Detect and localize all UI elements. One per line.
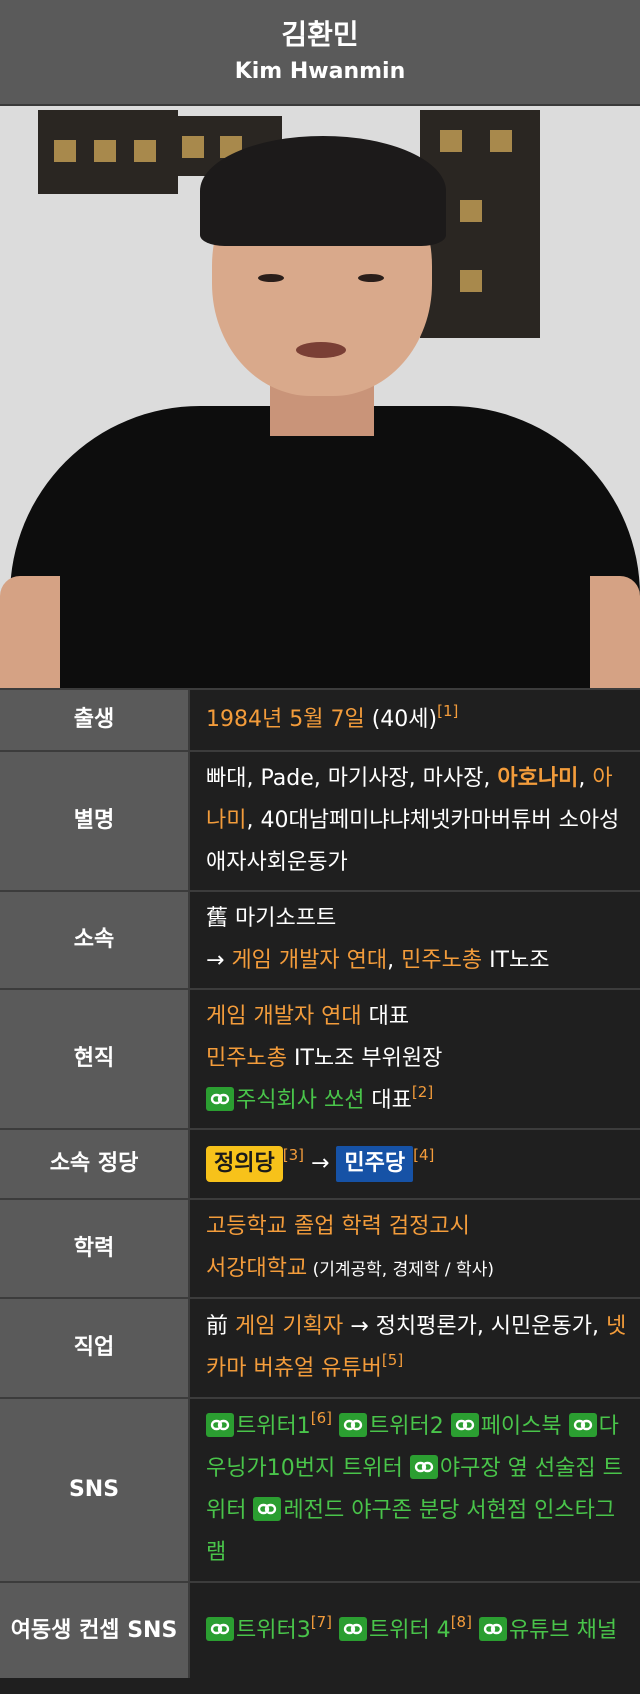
edu-link-ged[interactable]: 고등학교 졸업 학력 검정고시 bbox=[206, 1214, 470, 1239]
label-party: 소속 정당 bbox=[0, 1128, 190, 1199]
label-sister-sns: 여동생 컨셉 SNS bbox=[0, 1581, 190, 1678]
row-birth: 출생 1984년 5월 7일 (40세)[1] bbox=[0, 688, 640, 751]
footnote-5[interactable]: [5] bbox=[382, 1351, 403, 1369]
row-sister-sns: 여동생 컨셉 SNS 트위터3[7] 트위터 4[8] 유튜브 채널 bbox=[0, 1581, 640, 1678]
footnote-4[interactable]: [4] bbox=[413, 1146, 434, 1164]
alias-link-ahonami[interactable]: 아호나미 bbox=[497, 766, 578, 791]
sns-link-twitter1[interactable]: 트위터1 bbox=[236, 1414, 311, 1439]
value-current-position: 게임 개발자 연대 대표 민주노총 IT노조 부위원장 주식회사 쏘션 대표[2… bbox=[189, 988, 640, 1129]
value-sns: 트위터1[6] 트위터2 페이스북 다우닝가10번지 트위터 야구장 옆 선술집… bbox=[189, 1397, 640, 1582]
link-icon bbox=[568, 1413, 597, 1437]
link-icon bbox=[450, 1413, 479, 1437]
label-current-position: 현직 bbox=[0, 988, 190, 1129]
name-korean: 김환민 bbox=[281, 18, 359, 51]
current-link-kctu[interactable]: 민주노총 bbox=[206, 1046, 287, 1071]
name-english: Kim Hwanmin bbox=[234, 59, 406, 84]
edu-link-sogang[interactable]: 서강대학교 bbox=[206, 1256, 307, 1281]
footnote-6[interactable]: [6] bbox=[311, 1409, 332, 1427]
profile-photo bbox=[0, 106, 640, 688]
justice-party-logo[interactable]: 정의당 bbox=[206, 1146, 283, 1182]
row-affiliation: 소속 舊 마기소프트 → 게임 개발자 연대, 민주노총 IT노조 bbox=[0, 890, 640, 989]
label-alias: 별명 bbox=[0, 750, 190, 891]
link-icon bbox=[409, 1455, 438, 1479]
link-icon bbox=[338, 1616, 367, 1641]
value-occupation: 前 게임 기획자 → 정치평론가, 시민운동가, 넷카마 버츄얼 유튜버[5] bbox=[189, 1297, 640, 1398]
birth-date-link[interactable]: 1984년 5월 7일 bbox=[206, 707, 365, 732]
label-sns: SNS bbox=[0, 1397, 190, 1582]
sns-link-facebook[interactable]: 페이스북 bbox=[481, 1414, 562, 1439]
row-party: 소속 정당 정의당 [3] → 민주당 [4] bbox=[0, 1128, 640, 1199]
footnote-7[interactable]: [7] bbox=[311, 1613, 332, 1631]
label-birth: 출생 bbox=[0, 688, 190, 751]
link-icon bbox=[206, 1616, 234, 1641]
link-icon bbox=[478, 1616, 507, 1641]
row-occupation: 직업 前 게임 기획자 → 정치평론가, 시민운동가, 넷카마 버츄얼 유튜버[… bbox=[0, 1297, 640, 1398]
sns-link-twitter2[interactable]: 트위터2 bbox=[369, 1414, 444, 1439]
link-icon bbox=[206, 1413, 234, 1437]
value-alias: 빠대, Pade, 마기사장, 마사장, 아호나미, 아나미, 40대남페미냐냐… bbox=[189, 750, 640, 891]
sns-link-youtube[interactable]: 유튜브 채널 bbox=[509, 1618, 617, 1643]
footnote-1[interactable]: [1] bbox=[437, 702, 458, 720]
label-occupation: 직업 bbox=[0, 1297, 190, 1398]
row-alias: 별명 빠대, Pade, 마기사장, 마사장, 아호나미, 아나미, 40대남페… bbox=[0, 750, 640, 891]
sns-link-twitter4[interactable]: 트위터 4 bbox=[369, 1618, 451, 1643]
current-link-game-dev-union[interactable]: 게임 개발자 연대 bbox=[206, 1004, 362, 1029]
label-education: 학력 bbox=[0, 1198, 190, 1298]
footnote-3[interactable]: [3] bbox=[283, 1146, 304, 1164]
value-birth: 1984년 5월 7일 (40세)[1] bbox=[189, 688, 640, 751]
value-sister-sns: 트위터3[7] 트위터 4[8] 유튜브 채널 bbox=[189, 1581, 640, 1678]
row-current-position: 현직 게임 개발자 연대 대표 민주노총 IT노조 부위원장 주식회사 쏘션 대… bbox=[0, 988, 640, 1129]
democratic-party-logo[interactable]: 민주당 bbox=[336, 1146, 414, 1182]
link-icon bbox=[206, 1087, 234, 1111]
profile-header: 김환민 Kim Hwanmin bbox=[0, 0, 640, 106]
affil-link-kctu[interactable]: 민주노총 bbox=[401, 948, 482, 973]
row-sns: SNS 트위터1[6] 트위터2 페이스북 다우닝가10번지 트위터 야구장 옆… bbox=[0, 1397, 640, 1582]
label-affiliation: 소속 bbox=[0, 890, 190, 989]
affil-link-game-dev-union[interactable]: 게임 개발자 연대 bbox=[231, 948, 387, 973]
footnote-8[interactable]: [8] bbox=[451, 1613, 472, 1631]
birth-age: (40세) bbox=[371, 707, 438, 732]
value-education: 고등학교 졸업 학력 검정고시 서강대학교 (기계공학, 경제학 / 학사) bbox=[189, 1198, 640, 1298]
footnote-2[interactable]: [2] bbox=[412, 1083, 433, 1101]
value-affiliation: 舊 마기소프트 → 게임 개발자 연대, 민주노총 IT노조 bbox=[189, 890, 640, 989]
sns-link-twitter3[interactable]: 트위터3 bbox=[236, 1618, 311, 1643]
value-party: 정의당 [3] → 민주당 [4] bbox=[189, 1128, 640, 1199]
person-body bbox=[10, 406, 640, 688]
job-link-game-planner[interactable]: 게임 기획자 bbox=[235, 1314, 343, 1339]
current-link-ssotion[interactable]: 주식회사 쏘션 bbox=[236, 1088, 364, 1113]
person-hair bbox=[200, 136, 446, 246]
row-education: 학력 고등학교 졸업 학력 검정고시 서강대학교 (기계공학, 경제학 / 학사… bbox=[0, 1198, 640, 1298]
link-icon bbox=[253, 1497, 282, 1521]
infobox-table: 출생 1984년 5월 7일 (40세)[1] 별명 빠대, Pade, 마기사… bbox=[0, 688, 640, 1678]
link-icon bbox=[338, 1413, 367, 1437]
wall-poster bbox=[38, 110, 178, 194]
